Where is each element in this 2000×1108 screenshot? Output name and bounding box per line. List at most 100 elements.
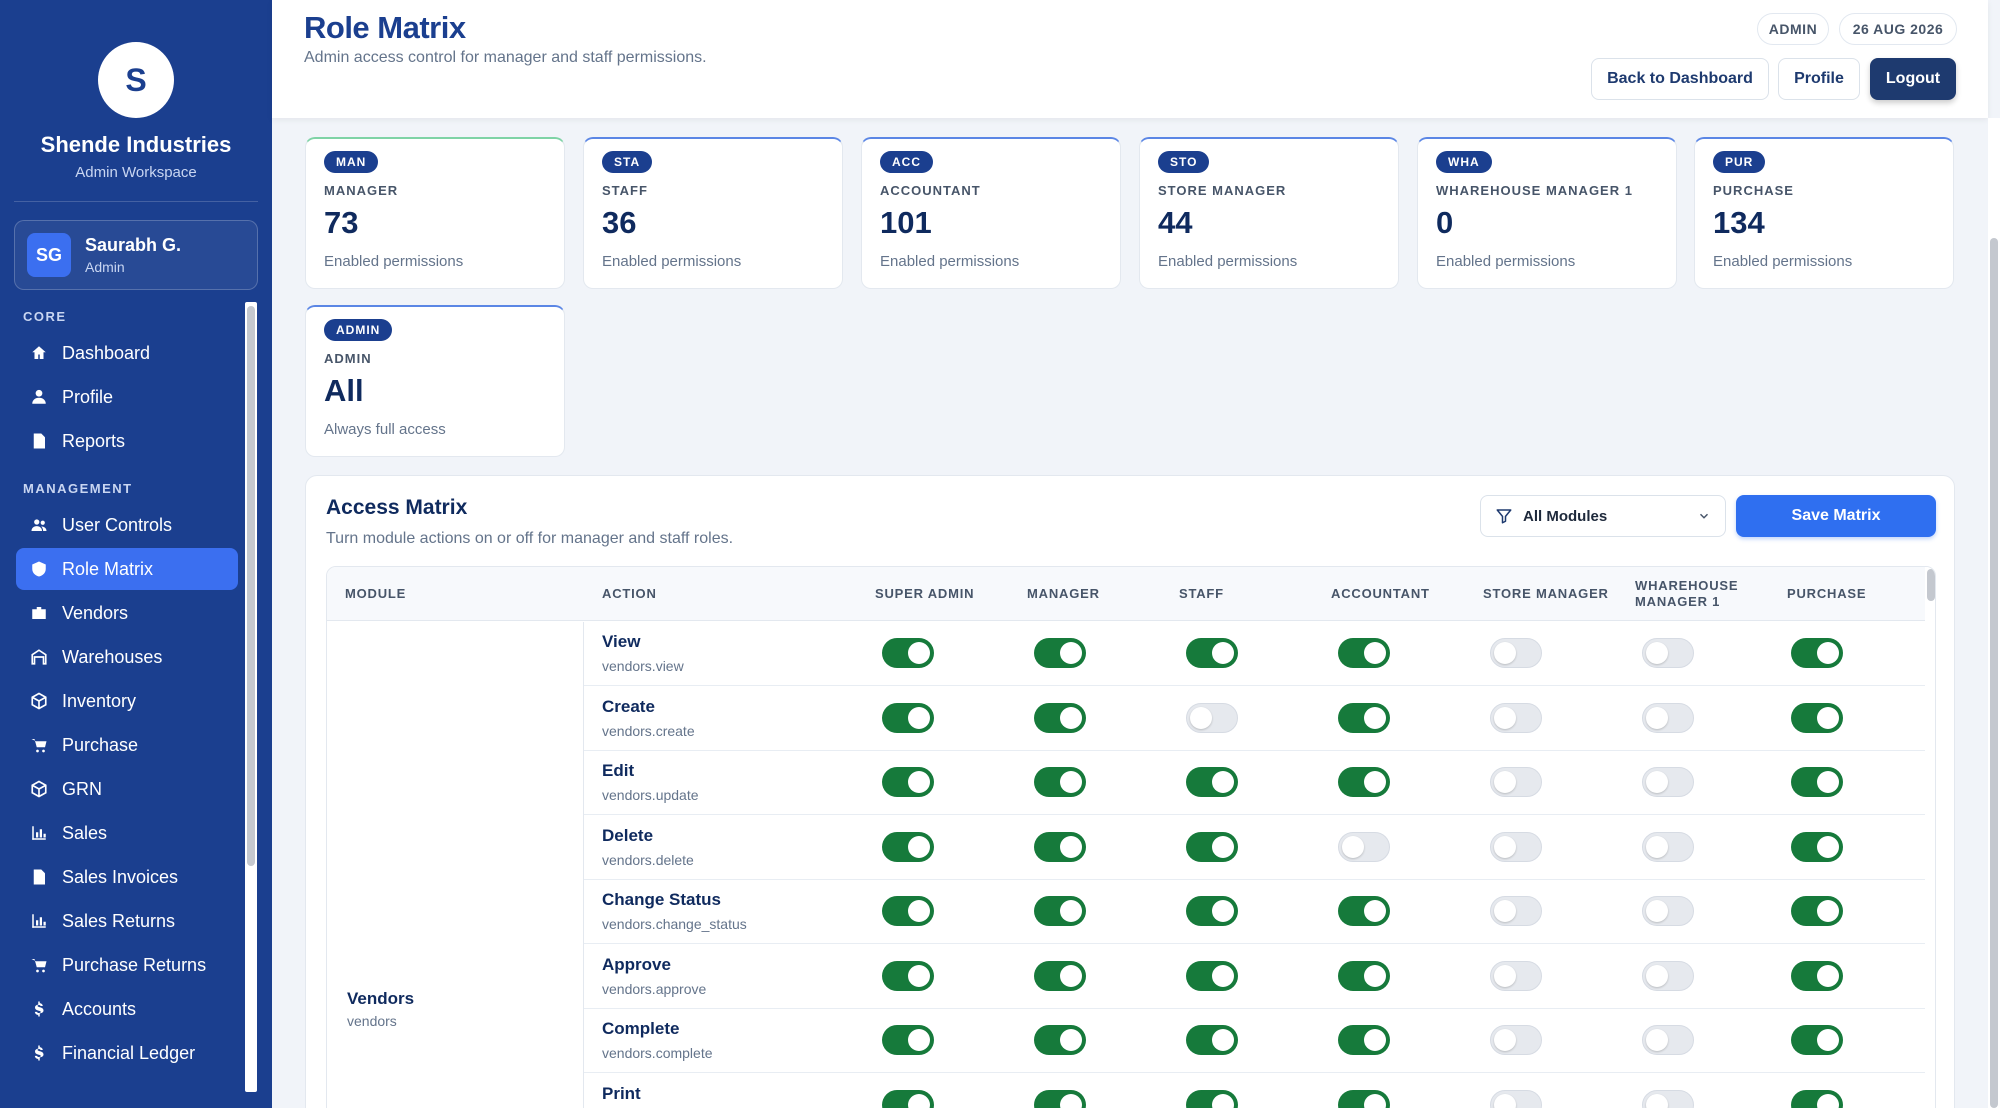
permission-toggle[interactable]: [1490, 896, 1542, 926]
permission-toggle[interactable]: [1490, 1025, 1542, 1055]
toggle-knob: [908, 900, 930, 922]
permission-toggle[interactable]: [1642, 1089, 1694, 1108]
permission-toggle[interactable]: [1791, 767, 1843, 797]
permission-toggle[interactable]: [1186, 1025, 1238, 1055]
permission-toggle[interactable]: [1338, 767, 1390, 797]
permission-toggle[interactable]: [1186, 767, 1238, 797]
sidebar-item-sales-returns[interactable]: Sales Returns: [16, 900, 238, 942]
permission-toggle[interactable]: [1791, 831, 1843, 862]
permission-toggle[interactable]: [882, 960, 934, 991]
user-name: Saurabh G.: [85, 235, 182, 255]
permission-toggle[interactable]: [1490, 960, 1542, 991]
page-scrollbar[interactable]: [1988, 118, 2000, 1108]
sidebar-item-purchase-returns[interactable]: Purchase Returns: [16, 944, 238, 986]
permission-toggle[interactable]: [1186, 638, 1238, 668]
sidebar-item-warehouses[interactable]: Warehouses: [16, 636, 238, 678]
role-pill: ADMIN: [1757, 13, 1829, 45]
permission-toggle[interactable]: [882, 1089, 934, 1108]
permission-toggle[interactable]: [1034, 767, 1086, 797]
permission-toggle[interactable]: [1186, 702, 1238, 733]
permission-toggle[interactable]: [1338, 1089, 1390, 1108]
permission-toggle[interactable]: [882, 831, 934, 862]
permission-toggle[interactable]: [882, 702, 934, 733]
toggle-knob: [1190, 706, 1212, 729]
permission-toggle[interactable]: [1490, 702, 1542, 733]
permission-toggle[interactable]: [882, 1025, 934, 1055]
toggle-knob: [1342, 835, 1364, 858]
user-role: Admin: [85, 259, 125, 275]
permission-toggle[interactable]: [1791, 960, 1843, 991]
permission-toggle[interactable]: [1490, 1089, 1542, 1108]
permission-toggle[interactable]: [1034, 1025, 1086, 1055]
sidebar-item-sales[interactable]: Sales: [16, 812, 238, 854]
module-filter-select[interactable]: All Modules: [1480, 495, 1726, 537]
permission-toggle[interactable]: [1338, 638, 1390, 668]
sidebar-item-dashboard[interactable]: Dashboard: [16, 332, 238, 374]
permission-toggle[interactable]: [882, 767, 934, 797]
permission-toggle[interactable]: [1791, 638, 1843, 668]
back-to-dashboard-button[interactable]: Back to Dashboard: [1591, 58, 1769, 100]
toggle-knob: [908, 1093, 930, 1108]
save-matrix-button[interactable]: Save Matrix: [1736, 495, 1936, 537]
permission-toggle[interactable]: [1186, 831, 1238, 862]
sidebar-item-role-matrix[interactable]: Role Matrix: [16, 548, 238, 590]
permission-toggle[interactable]: [882, 638, 934, 668]
permission-toggle[interactable]: [1034, 1089, 1086, 1108]
permission-toggle[interactable]: [1642, 1025, 1694, 1055]
sidebar-item-financial-ledger[interactable]: Financial Ledger: [16, 1032, 238, 1074]
document-icon: [30, 868, 48, 886]
top-bar: Role Matrix Admin access control for man…: [272, 0, 1988, 118]
permission-toggle[interactable]: [1490, 767, 1542, 797]
sidebar-scroll-thumb[interactable]: [247, 306, 255, 866]
page-scroll-thumb[interactable]: [1990, 238, 1998, 1108]
permission-toggle[interactable]: [1490, 638, 1542, 668]
permission-toggle[interactable]: [1338, 702, 1390, 733]
permission-toggle[interactable]: [1791, 702, 1843, 733]
toggle-knob: [1212, 964, 1234, 987]
permission-toggle[interactable]: [1034, 960, 1086, 991]
permission-toggle[interactable]: [1338, 831, 1390, 862]
permission-toggle[interactable]: [1034, 702, 1086, 733]
table-scroll-thumb[interactable]: [1927, 569, 1935, 601]
toggle-knob: [908, 642, 930, 664]
permission-toggle[interactable]: [1791, 896, 1843, 926]
toggle-knob: [1494, 771, 1516, 793]
sidebar-item-reports[interactable]: Reports: [16, 420, 238, 462]
permission-toggle[interactable]: [1034, 831, 1086, 862]
toggle-knob: [1060, 835, 1082, 858]
user-card[interactable]: SG Saurabh G. Admin: [14, 220, 258, 290]
permission-toggle[interactable]: [1642, 831, 1694, 862]
profile-button[interactable]: Profile: [1778, 58, 1860, 100]
stat-note: Always full access: [324, 421, 446, 438]
sidebar-item-inventory[interactable]: Inventory: [16, 680, 238, 722]
permission-toggle[interactable]: [1034, 638, 1086, 668]
permission-toggle[interactable]: [1338, 1025, 1390, 1055]
permission-toggle[interactable]: [1642, 638, 1694, 668]
stat-note: Enabled permissions: [1713, 253, 1853, 270]
permission-toggle[interactable]: [1642, 960, 1694, 991]
sidebar-item-vendors[interactable]: Vendors: [16, 592, 238, 634]
sidebar-item-user-controls[interactable]: User Controls: [16, 504, 238, 546]
permission-toggle[interactable]: [1186, 896, 1238, 926]
toggle-knob: [1060, 1029, 1082, 1051]
sidebar-item-accounts[interactable]: Accounts: [16, 988, 238, 1030]
sidebar-item-profile[interactable]: Profile: [16, 376, 238, 418]
permission-toggle[interactable]: [1642, 896, 1694, 926]
permission-toggle[interactable]: [1338, 896, 1390, 926]
permission-toggle[interactable]: [1186, 960, 1238, 991]
sidebar-item-purchase[interactable]: Purchase: [16, 724, 238, 766]
table-row: Complete vendors.complete: [584, 1009, 1925, 1073]
permission-toggle[interactable]: [882, 896, 934, 926]
permission-toggle[interactable]: [1034, 896, 1086, 926]
permission-toggle[interactable]: [1791, 1089, 1843, 1108]
permission-toggle[interactable]: [1642, 702, 1694, 733]
permission-toggle[interactable]: [1791, 1025, 1843, 1055]
permission-toggle[interactable]: [1338, 960, 1390, 991]
sidebar-item-sales-invoices[interactable]: Sales Invoices: [16, 856, 238, 898]
table-scrollbar[interactable]: [1925, 567, 1935, 1108]
permission-toggle[interactable]: [1186, 1089, 1238, 1108]
permission-toggle[interactable]: [1642, 767, 1694, 797]
logout-button[interactable]: Logout: [1870, 58, 1956, 100]
sidebar-item-grn[interactable]: GRN: [16, 768, 238, 810]
permission-toggle[interactable]: [1490, 831, 1542, 862]
